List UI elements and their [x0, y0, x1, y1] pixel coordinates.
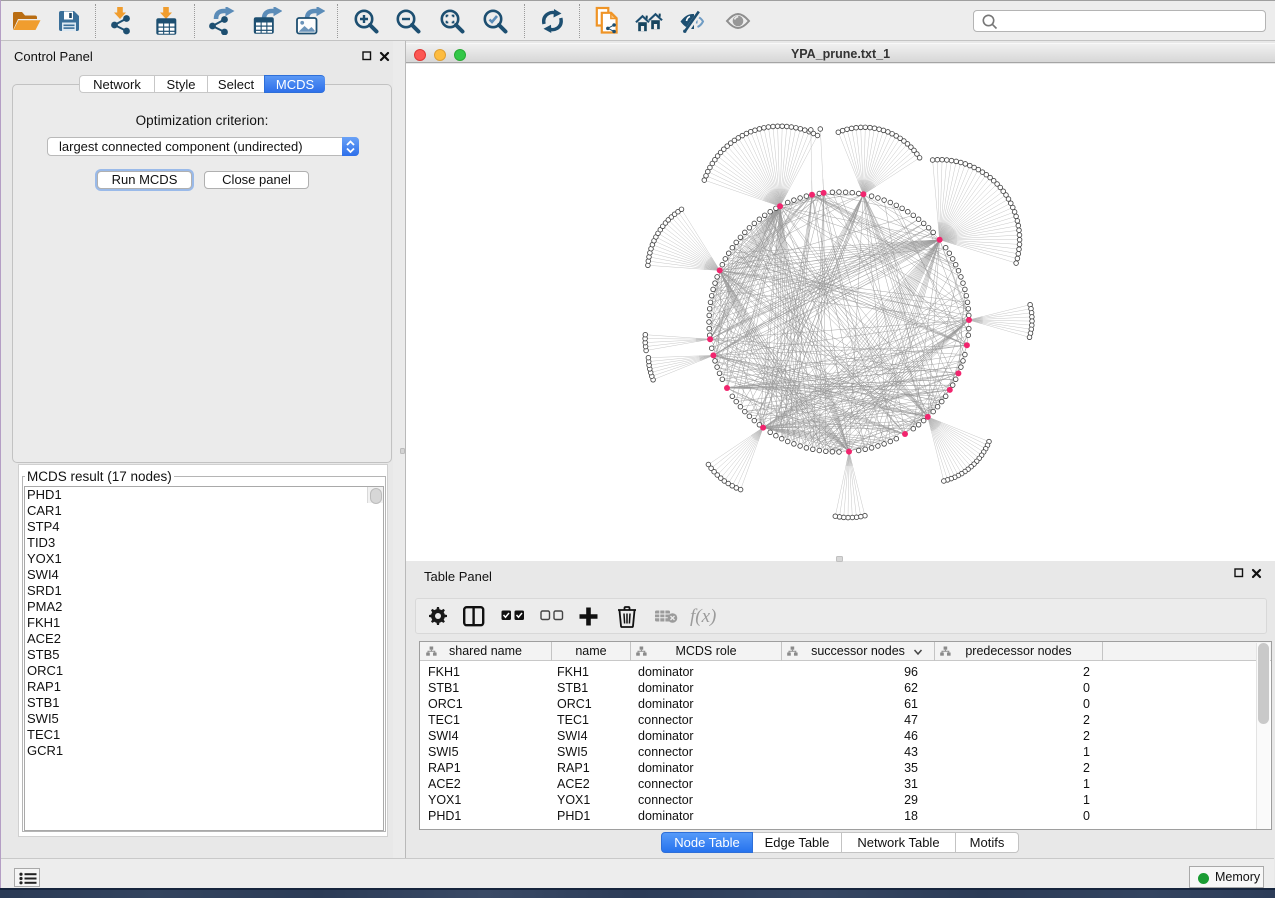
svg-text:f(x): f(x): [690, 606, 716, 627]
